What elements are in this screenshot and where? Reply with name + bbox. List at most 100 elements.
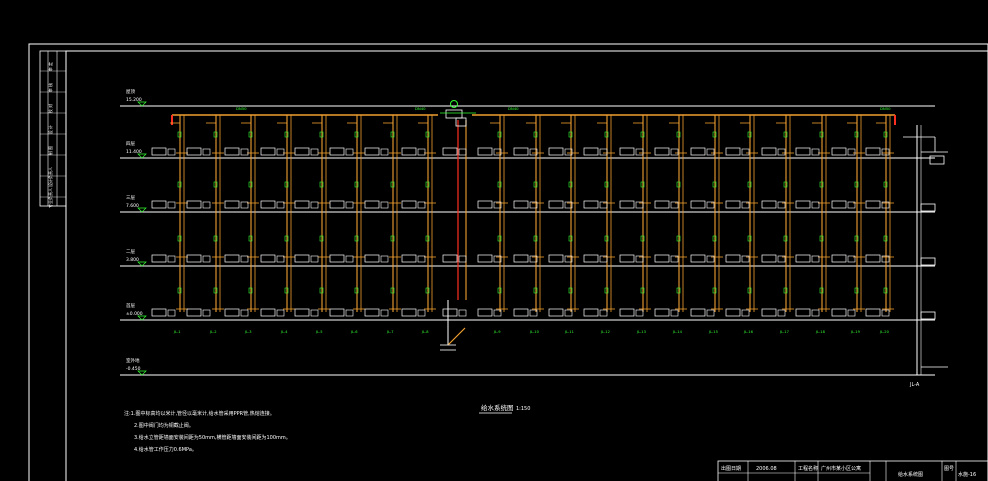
riser-label: JL-2 bbox=[209, 330, 217, 334]
fixture bbox=[761, 254, 777, 263]
fixture-basin bbox=[167, 148, 176, 156]
fixture bbox=[477, 147, 493, 156]
fixture bbox=[865, 308, 881, 317]
fixture bbox=[442, 308, 458, 317]
stamp-label: 审 核 bbox=[47, 83, 53, 92]
fixture-basin bbox=[240, 201, 249, 209]
fixture bbox=[186, 308, 202, 317]
fixture-basin bbox=[167, 309, 176, 317]
riser-label: JL-14 bbox=[672, 330, 683, 334]
fixture bbox=[364, 254, 380, 263]
fixture bbox=[690, 308, 706, 317]
fixture bbox=[619, 254, 635, 263]
title-block: 出图日期 2006.08 工程名称 广州市某小区公寓 给水系统图 图号 水施-1… bbox=[717, 460, 988, 481]
fixture-basin bbox=[847, 148, 856, 156]
fixture bbox=[761, 200, 777, 209]
side-label: JL-A bbox=[909, 382, 920, 388]
project-label: 工程名称 bbox=[798, 465, 818, 472]
fixture bbox=[831, 308, 847, 317]
fixture bbox=[442, 147, 458, 156]
sheet-value: 水施-16 bbox=[958, 471, 976, 478]
riser-label: JL-6 bbox=[350, 330, 358, 334]
project-value: 广州市某小区公寓 bbox=[821, 465, 861, 472]
floor-name: 屋顶 bbox=[126, 89, 135, 95]
sheet-label: 图号 bbox=[944, 466, 954, 472]
fixture-basin bbox=[345, 148, 354, 156]
fixture-basin bbox=[417, 201, 426, 209]
fixture-basin bbox=[276, 148, 285, 156]
fixture-basin bbox=[417, 148, 426, 156]
fixture bbox=[795, 147, 811, 156]
fixture bbox=[294, 308, 310, 317]
fixture-basin bbox=[635, 148, 644, 156]
fixture bbox=[795, 308, 811, 317]
fixture bbox=[619, 200, 635, 209]
fixture-basin bbox=[310, 309, 319, 317]
drawing-name: 给水系统图 bbox=[898, 471, 923, 478]
fixture bbox=[186, 254, 202, 263]
fixture-basin bbox=[599, 148, 608, 156]
note-4: 4.给水管工作压力0.6MPa。 bbox=[134, 446, 197, 453]
fixture bbox=[583, 254, 599, 263]
fixture-basin bbox=[380, 148, 389, 156]
fixture bbox=[619, 147, 635, 156]
riser-label: JL-8 bbox=[421, 330, 429, 334]
fixture bbox=[690, 147, 706, 156]
fixture-basin bbox=[380, 309, 389, 317]
notes: 注:1.图中标高均以米计,管径以毫米计,给水管采用PPR管,热熔连接。 2.图中… bbox=[124, 410, 291, 453]
stamp-label: 校 对 bbox=[47, 104, 53, 113]
fixture bbox=[831, 147, 847, 156]
fixture bbox=[795, 254, 811, 263]
fixture bbox=[224, 147, 240, 156]
fixture bbox=[260, 147, 276, 156]
fixture-basin bbox=[202, 309, 211, 317]
riser-label: JL-15 bbox=[708, 330, 718, 334]
fixture bbox=[224, 254, 240, 263]
fixture-basin bbox=[310, 255, 319, 263]
fixture bbox=[761, 308, 777, 317]
fixture-basin bbox=[167, 201, 176, 209]
riser-label: JL-18 bbox=[815, 330, 826, 334]
roof-labels: DN50 DN40 DN40 DN50 bbox=[236, 106, 891, 111]
fixture bbox=[513, 147, 529, 156]
fixture-basin bbox=[380, 255, 389, 263]
pipe-network bbox=[170, 114, 896, 312]
fixture-basin bbox=[741, 309, 750, 317]
fixture bbox=[364, 147, 380, 156]
fixture-basin bbox=[458, 309, 467, 317]
fixture bbox=[401, 308, 417, 317]
fixture-basin bbox=[276, 201, 285, 209]
fixture bbox=[224, 308, 240, 317]
fixture bbox=[548, 308, 564, 317]
floor-name: 二层 bbox=[126, 249, 135, 255]
left-stamp: 审 定审 核校 对设 计制 图设计负责人专业负责人 bbox=[39, 50, 67, 208]
fixture-basin bbox=[202, 148, 211, 156]
riser-label: JL-11 bbox=[564, 330, 574, 334]
fixture bbox=[401, 147, 417, 156]
fixture bbox=[329, 200, 345, 209]
drawing-title: 给水系统图 bbox=[481, 403, 514, 412]
fixture bbox=[477, 200, 493, 209]
fixture bbox=[442, 254, 458, 263]
fixture-basin bbox=[458, 255, 467, 263]
fixture bbox=[690, 200, 706, 209]
fixture-basin bbox=[276, 309, 285, 317]
fixture bbox=[260, 308, 276, 317]
fixture-basin bbox=[240, 148, 249, 156]
riser-label: JL-7 bbox=[386, 330, 394, 334]
fixture bbox=[865, 254, 881, 263]
fixture bbox=[725, 254, 741, 263]
fixture bbox=[260, 254, 276, 263]
fixture-basin bbox=[310, 148, 319, 156]
fixture bbox=[477, 254, 493, 263]
fixture-basin bbox=[777, 148, 786, 156]
fixture-basin bbox=[458, 148, 467, 156]
note-1: 注:1.图中标高均以米计,管径以毫米计,给水管采用PPR管,热熔连接。 bbox=[124, 410, 275, 417]
fixture bbox=[725, 147, 741, 156]
fixture-basin bbox=[202, 255, 211, 263]
fixture-basin bbox=[811, 255, 820, 263]
floor-lines: 屋顶 15.200 四层 11.400 三层 7.600 二层 3.800 首层 ±0.000 室外… bbox=[120, 89, 935, 376]
fixture bbox=[583, 308, 599, 317]
fixture-basin bbox=[345, 201, 354, 209]
fixture bbox=[548, 254, 564, 263]
